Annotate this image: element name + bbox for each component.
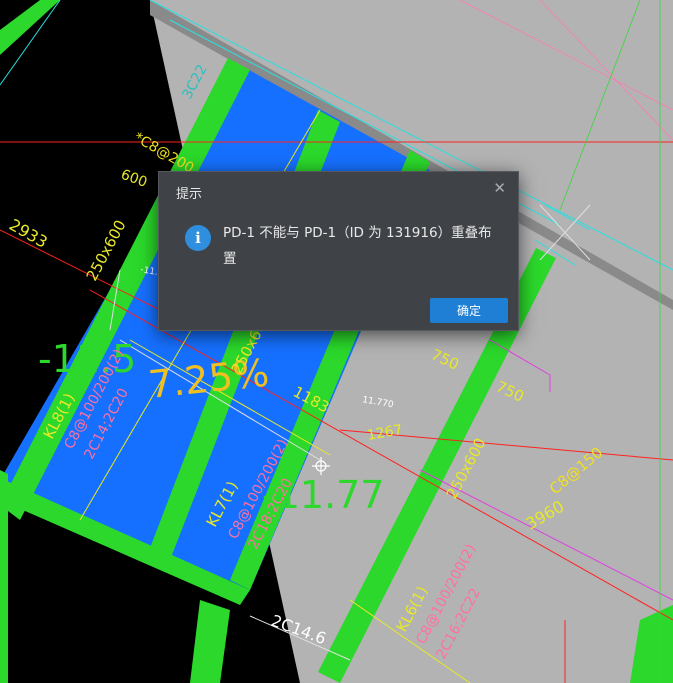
beam [0,470,8,683]
ok-button[interactable]: 确定 [430,298,508,323]
dialog-message: PD-1 不能与 PD-1（ID 为 131916）重叠布置 [223,225,492,267]
alert-dialog: 提示 ✕ i PD-1 不能与 PD-1（ID 为 131916）重叠布置 确定 [158,171,519,331]
dialog-title: 提示 [176,187,203,202]
info-icon: i [185,225,211,251]
close-icon[interactable]: ✕ [493,179,506,197]
cad-canvas[interactable]: -11.5 -11.77 7.25% 2933 600 750 750 1183… [0,0,673,683]
